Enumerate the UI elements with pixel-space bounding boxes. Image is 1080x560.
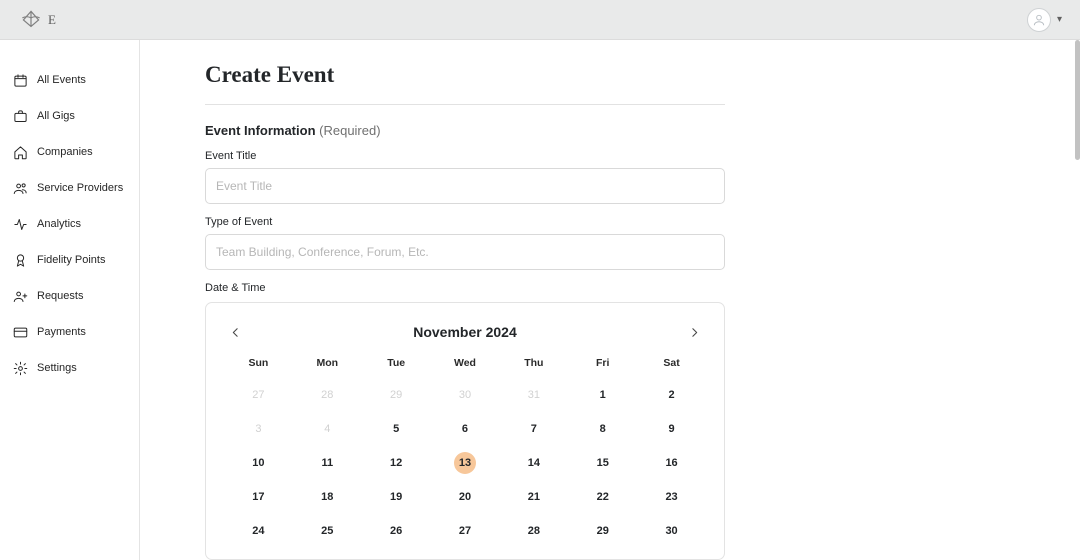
sidebar-item-label: Companies	[37, 146, 93, 158]
calendar-day[interactable]: 1	[568, 381, 637, 409]
calendar-day: 28	[293, 381, 362, 409]
calendar-day[interactable]: 23	[637, 483, 706, 511]
calendar-day[interactable]: 22	[568, 483, 637, 511]
calendar-day[interactable]: 20	[431, 483, 500, 511]
calendar-day: 30	[431, 381, 500, 409]
gear-icon	[12, 360, 28, 376]
calendar-day: 4	[293, 415, 362, 443]
user-menu[interactable]: ▾	[1027, 8, 1062, 32]
event-title-input[interactable]	[205, 168, 725, 204]
sidebar-item-label: Analytics	[37, 218, 81, 230]
calendar-day[interactable]: 26	[362, 517, 431, 545]
scrollbar-thumb[interactable]	[1075, 40, 1080, 160]
calendar-day[interactable]: 16	[637, 449, 706, 477]
calendar-day[interactable]: 28	[499, 517, 568, 545]
sidebar: All Events All Gigs Companies Service Pr…	[0, 40, 140, 560]
calendar-day[interactable]: 19	[362, 483, 431, 511]
sidebar-item-all-gigs[interactable]: All Gigs	[0, 98, 139, 134]
calendar-day[interactable]: 27	[431, 517, 500, 545]
sidebar-item-settings[interactable]: Settings	[0, 350, 139, 386]
sidebar-item-fidelity-points[interactable]: Fidelity Points	[0, 242, 139, 278]
sidebar-item-label: All Events	[37, 74, 86, 86]
sidebar-item-label: All Gigs	[37, 110, 75, 122]
calendar-day[interactable]: 25	[293, 517, 362, 545]
event-type-input[interactable]	[205, 234, 725, 270]
activity-icon	[12, 216, 28, 232]
divider	[205, 104, 725, 105]
sidebar-item-analytics[interactable]: Analytics	[0, 206, 139, 242]
calendar-weekday: Tue	[362, 357, 431, 375]
sidebar-item-label: Requests	[37, 290, 83, 302]
user-plus-icon	[12, 288, 28, 304]
event-title-label: Event Title	[205, 150, 725, 162]
sidebar-item-label: Service Providers	[37, 182, 123, 194]
calendar-day[interactable]: 30	[637, 517, 706, 545]
sidebar-item-payments[interactable]: Payments	[0, 314, 139, 350]
brand-letter: E	[48, 12, 56, 28]
calendar-day[interactable]: 9	[637, 415, 706, 443]
calendar-weekday: Sat	[637, 357, 706, 375]
users-icon	[12, 180, 28, 196]
sidebar-item-label: Fidelity Points	[37, 254, 105, 266]
section-required-text: (Required)	[319, 123, 380, 138]
calendar-weekday: Thu	[499, 357, 568, 375]
calendar-next-month[interactable]	[684, 321, 706, 343]
sidebar-item-all-events[interactable]: All Events	[0, 62, 139, 98]
datetime-label: Date & Time	[205, 282, 725, 294]
calendar-day[interactable]: 6	[431, 415, 500, 443]
calendar-day[interactable]: 11	[293, 449, 362, 477]
calendar-day[interactable]: 10	[224, 449, 293, 477]
section-heading: Event Information (Required)	[205, 123, 725, 138]
topbar: E ▾	[0, 0, 1080, 40]
calendar-day: 3	[224, 415, 293, 443]
calendar-day[interactable]: 18	[293, 483, 362, 511]
home-icon	[12, 144, 28, 160]
calendar-day[interactable]: 12	[362, 449, 431, 477]
calendar-day[interactable]: 15	[568, 449, 637, 477]
calendar-icon	[12, 72, 28, 88]
calendar-weekday: Sun	[224, 357, 293, 375]
calendar: November 2024 SunMonTueWedThuFriSat27282…	[205, 302, 725, 560]
calendar-day[interactable]: 8	[568, 415, 637, 443]
calendar-weekday: Wed	[431, 357, 500, 375]
calendar-day[interactable]: 7	[499, 415, 568, 443]
caret-down-icon: ▾	[1057, 14, 1062, 25]
credit-card-icon	[12, 324, 28, 340]
calendar-day: 29	[362, 381, 431, 409]
calendar-day[interactable]: 14	[499, 449, 568, 477]
main-content: Create Event Event Information (Required…	[140, 40, 1080, 560]
calendar-weekday: Mon	[293, 357, 362, 375]
scrollbar[interactable]	[1072, 40, 1080, 560]
user-icon	[1032, 13, 1046, 27]
calendar-weekday: Fri	[568, 357, 637, 375]
section-title-text: Event Information	[205, 123, 316, 138]
award-icon	[12, 252, 28, 268]
calendar-day[interactable]: 21	[499, 483, 568, 511]
chevron-left-icon	[229, 326, 242, 339]
calendar-day[interactable]: 2	[637, 381, 706, 409]
sidebar-item-label: Payments	[37, 326, 86, 338]
calendar-day: 27	[224, 381, 293, 409]
avatar	[1027, 8, 1051, 32]
calendar-month-label: November 2024	[413, 324, 517, 340]
page-title: Create Event	[205, 62, 725, 88]
sidebar-item-companies[interactable]: Companies	[0, 134, 139, 170]
brand-logo: E	[18, 7, 56, 33]
calendar-grid: SunMonTueWedThuFriSat2728293031123456789…	[224, 357, 706, 545]
calendar-day[interactable]: 13	[431, 449, 500, 477]
sidebar-item-service-providers[interactable]: Service Providers	[0, 170, 139, 206]
chevron-right-icon	[688, 326, 701, 339]
calendar-day[interactable]: 24	[224, 517, 293, 545]
calendar-day: 31	[499, 381, 568, 409]
sidebar-item-requests[interactable]: Requests	[0, 278, 139, 314]
wings-icon	[18, 7, 44, 33]
event-type-label: Type of Event	[205, 216, 725, 228]
calendar-day[interactable]: 29	[568, 517, 637, 545]
calendar-day[interactable]: 17	[224, 483, 293, 511]
calendar-day[interactable]: 5	[362, 415, 431, 443]
briefcase-icon	[12, 108, 28, 124]
calendar-prev-month[interactable]	[224, 321, 246, 343]
sidebar-item-label: Settings	[37, 362, 77, 374]
